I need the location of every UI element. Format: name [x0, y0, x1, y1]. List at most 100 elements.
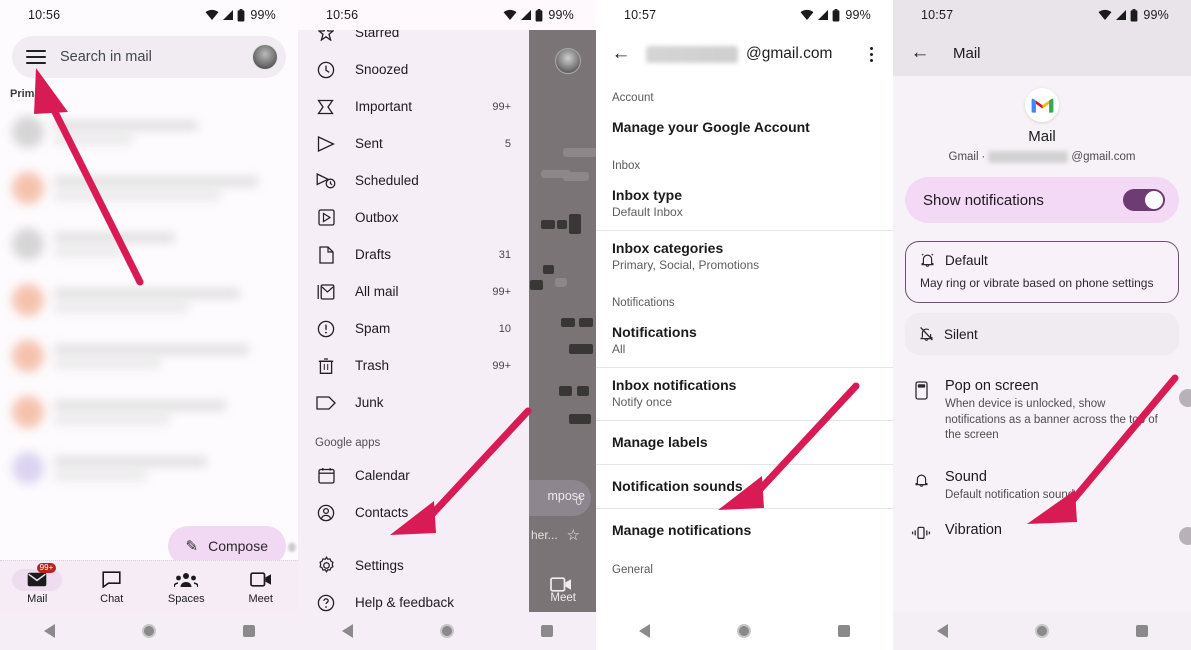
drawer-item-spam[interactable]: Spam 10 — [298, 310, 529, 347]
preference-title: Vibration — [945, 522, 1002, 539]
setting-row-inbox-type[interactable]: Inbox type Default Inbox — [596, 178, 893, 230]
vibrate-icon — [911, 521, 931, 541]
overflow-menu-icon[interactable] — [861, 46, 881, 62]
recents-square-icon[interactable] — [242, 625, 255, 637]
drawer-item-label: Help & feedback — [355, 595, 455, 610]
list-item[interactable] — [0, 216, 298, 272]
bell-ring-icon — [920, 252, 935, 268]
recents-square-icon[interactable] — [837, 625, 850, 637]
search-input[interactable]: Search in mail — [60, 49, 238, 65]
dimmed-inbox-scrim[interactable]: mpose 0 her... ☆ Meet — [529, 30, 596, 612]
star-icon[interactable]: ☆ — [567, 526, 580, 544]
navigation-drawer[interactable]: Starred Snoozed Important 99+ Sent 5 Sch… — [298, 30, 529, 612]
drawer-item-contacts[interactable]: Contacts — [298, 494, 529, 531]
importance-option-default[interactable]: Default May ring or vibrate based on pho… — [905, 241, 1179, 303]
send-icon — [315, 133, 337, 155]
list-item[interactable] — [0, 272, 298, 328]
drawer-item-scheduled[interactable]: Scheduled — [298, 162, 529, 199]
back-triangle-icon[interactable] — [639, 624, 651, 638]
signal-icon — [818, 10, 829, 20]
screenshot-strip: 10:56 99% Search in mail Primary ✎ Compo… — [0, 0, 1191, 650]
preference-row-sound[interactable]: Sound Default notification sound — [893, 444, 1191, 504]
list-item[interactable] — [0, 328, 298, 384]
list-item[interactable] — [0, 160, 298, 216]
status-time: 10:56 — [326, 8, 359, 22]
drawer-item-snoozed[interactable]: Snoozed — [298, 51, 529, 88]
battery-icon — [237, 8, 245, 21]
drawer-item-help-feedback[interactable]: Help & feedback — [298, 584, 529, 612]
back-triangle-icon[interactable] — [43, 624, 55, 638]
home-circle-icon[interactable] — [439, 624, 454, 638]
system-navigation-bar[interactable] — [893, 612, 1191, 650]
dimmed-bottom-nav-meet[interactable]: Meet — [550, 577, 576, 604]
show-notifications-toggle[interactable] — [1123, 189, 1165, 211]
preference-row-vibration[interactable]: Vibration — [893, 503, 1191, 546]
setting-title: Manage labels — [612, 434, 708, 450]
setting-row-manage-google-account[interactable]: Manage your Google Account — [596, 110, 893, 146]
setting-row-notifications[interactable]: Notifications All — [596, 315, 893, 367]
preference-title: Pop on screen — [945, 378, 1039, 394]
setting-title: Notifications — [612, 324, 697, 340]
setting-row-inbox-notifications[interactable]: Inbox notifications Notify once — [596, 367, 893, 420]
setting-row-manage-notifications[interactable]: Manage notifications — [596, 508, 893, 552]
status-bar: 10:57 99% — [893, 0, 1191, 30]
search-bar[interactable]: Search in mail — [12, 36, 286, 78]
important-icon — [315, 96, 337, 118]
setting-title: Manage your Google Account — [612, 119, 810, 135]
back-arrow-icon[interactable]: ← — [909, 42, 931, 64]
mail-icon: 99+ — [12, 562, 63, 591]
calendar-icon — [315, 465, 337, 487]
setting-row-inbox-categories[interactable]: Inbox categories Primary, Social, Promot… — [596, 230, 893, 283]
home-circle-icon[interactable] — [736, 624, 751, 638]
dimmed-text: her... — [531, 528, 558, 542]
back-arrow-icon[interactable]: ← — [610, 43, 632, 65]
battery-percent: 99% — [1143, 8, 1169, 22]
bottom-navigation[interactable]: 99+ Mail Chat Spaces Meet — [0, 560, 298, 612]
show-notifications-label: Show notifications — [923, 191, 1044, 209]
recents-square-icon[interactable] — [540, 625, 553, 637]
hamburger-menu-icon[interactable] — [26, 50, 46, 64]
system-navigation-bar[interactable] — [596, 612, 893, 650]
battery-percent: 99% — [548, 8, 574, 22]
drawer-item-count: 99+ — [492, 359, 511, 372]
drawer-item-all-mail[interactable]: All mail 99+ — [298, 273, 529, 310]
back-triangle-icon[interactable] — [936, 624, 948, 638]
drawer-item-important[interactable]: Important 99+ — [298, 88, 529, 125]
preference-title: Sound — [945, 468, 987, 485]
home-circle-icon[interactable] — [1034, 624, 1049, 638]
back-triangle-icon[interactable] — [341, 624, 353, 638]
list-item[interactable] — [0, 384, 298, 440]
bottom-nav-chat[interactable]: Chat — [75, 569, 150, 605]
drawer-item-outbox[interactable]: Outbox — [298, 199, 529, 236]
drawer-item-settings[interactable]: Settings — [298, 547, 529, 584]
bottom-nav-meet[interactable]: Meet — [224, 569, 299, 605]
drawer-item-junk[interactable]: Junk — [298, 384, 529, 421]
setting-row-manage-labels[interactable]: Manage labels — [596, 420, 893, 464]
drawer-item-starred[interactable]: Starred — [298, 30, 529, 51]
signal-icon — [1116, 10, 1127, 20]
pencil-icon: ✎ — [185, 538, 199, 555]
chat-icon — [87, 569, 137, 591]
recents-square-icon[interactable] — [1135, 625, 1148, 637]
battery-percent: 99% — [250, 8, 276, 22]
list-item[interactable] — [0, 440, 298, 496]
preference-row-pop-on-screen[interactable]: Pop on screen When device is unlocked, s… — [893, 355, 1191, 444]
bottom-nav-mail[interactable]: 99+ Mail — [0, 562, 75, 605]
account-avatar[interactable] — [252, 44, 278, 70]
drawer-item-sent[interactable]: Sent 5 — [298, 125, 529, 162]
setting-row-notification-sounds[interactable]: Notification sounds — [596, 464, 893, 508]
drawer-item-calendar[interactable]: Calendar — [298, 457, 529, 494]
panel-app-notification-settings: 10:57 99% ← Mail Mail Gmail · @gmail.com… — [893, 0, 1191, 650]
drawer-item-trash[interactable]: Trash 99+ — [298, 347, 529, 384]
drawer-item-label: Snoozed — [355, 62, 409, 77]
mail-list[interactable] — [0, 104, 298, 496]
bottom-nav-spaces[interactable]: Spaces — [149, 569, 224, 605]
show-notifications-row[interactable]: Show notifications — [905, 177, 1179, 223]
importance-option-silent[interactable]: Silent — [905, 313, 1179, 355]
drawer-item-drafts[interactable]: Drafts 31 — [298, 236, 529, 273]
system-navigation-bar[interactable] — [298, 612, 596, 650]
system-navigation-bar[interactable] — [0, 612, 298, 650]
home-circle-icon[interactable] — [141, 624, 156, 638]
battery-icon — [832, 8, 840, 21]
list-item[interactable] — [0, 104, 298, 160]
